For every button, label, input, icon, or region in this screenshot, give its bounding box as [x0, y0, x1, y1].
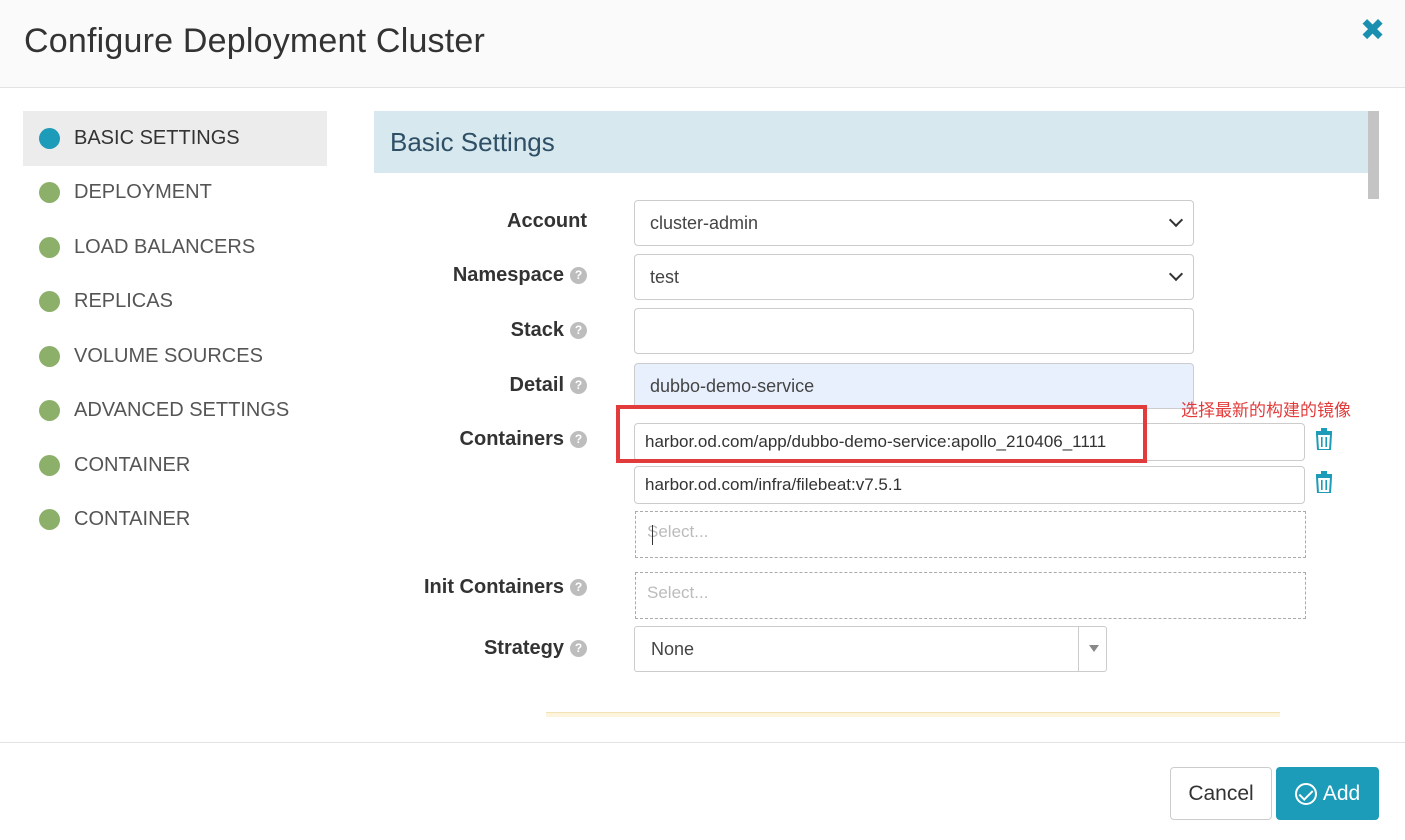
scrollbar-thumb[interactable]: [1368, 111, 1379, 199]
sidebar-item-container-2[interactable]: CONTAINER: [23, 493, 327, 548]
status-dot-icon: [39, 182, 60, 204]
annotation-highlight-box: [616, 405, 1147, 463]
sidebar-item-label: CONTAINER: [74, 453, 191, 476]
strategy-label: Strategy?: [0, 637, 587, 660]
container-image-name: harbor.od.com/infra/filebeat:v7.5.1: [645, 475, 903, 494]
sidebar-item-label: BASIC SETTINGS: [74, 126, 240, 149]
account-select[interactable]: cluster-admin: [634, 200, 1194, 246]
strategy-label-text: Strategy: [483, 637, 564, 659]
modal-title: Configure Deployment Cluster: [24, 22, 486, 60]
sidebar-item-label: DEPLOYMENT: [74, 181, 212, 204]
section-title: Basic Settings: [390, 127, 555, 157]
container-item[interactable]: harbor.od.com/infra/filebeat:v7.5.1: [634, 466, 1305, 504]
chevron-down-icon: [1168, 266, 1184, 282]
account-value: cluster-admin: [650, 212, 759, 233]
init-containers-label: Init Containers?: [0, 576, 587, 599]
containers-select-input[interactable]: Select...: [635, 511, 1306, 558]
stack-label-text: Stack: [510, 319, 564, 341]
status-dot-icon: [39, 127, 60, 149]
account-label-text: Account: [507, 210, 587, 232]
cancel-button-label: Cancel: [1188, 781, 1254, 805]
configure-deployment-cluster-modal: Configure Deployment Cluster ✖ BASIC SET…: [0, 0, 1405, 840]
close-icon[interactable]: ✖: [1360, 16, 1385, 46]
namespace-select[interactable]: test: [634, 254, 1194, 300]
chevron-down-icon: [1168, 212, 1184, 228]
help-icon[interactable]: ?: [570, 579, 587, 596]
help-icon[interactable]: ?: [570, 267, 587, 284]
detail-value: dubbo-demo-service: [650, 375, 815, 396]
sidebar-item-label: CONTAINER: [74, 508, 191, 531]
detail-input[interactable]: dubbo-demo-service: [634, 363, 1194, 409]
containers-label: Containers?: [0, 428, 587, 451]
init-containers-placeholder: Select...: [647, 583, 709, 602]
containers-placeholder: Select...: [647, 522, 709, 541]
trash-icon[interactable]: [1314, 471, 1334, 493]
status-dot-icon: [39, 345, 60, 367]
section-header: Basic Settings: [374, 111, 1368, 173]
help-icon[interactable]: ?: [570, 322, 587, 339]
status-dot-icon: [39, 291, 60, 313]
stack-label: Stack?: [0, 319, 587, 342]
containers-label-text: Containers: [459, 428, 564, 450]
sidebar-item-label: ADVANCED SETTINGS: [74, 399, 290, 422]
sidebar-item-basic-settings[interactable]: BASIC SETTINGS: [23, 111, 327, 166]
strategy-select[interactable]: None: [634, 626, 1107, 672]
info-panel-edge: [546, 712, 1280, 717]
sidebar-item-label: VOLUME SOURCES: [74, 344, 263, 367]
account-label: Account: [0, 210, 587, 233]
modal-header: Configure Deployment Cluster ✖: [0, 0, 1405, 88]
init-containers-select-input[interactable]: Select...: [635, 572, 1306, 619]
check-circle-icon: [1294, 782, 1317, 805]
add-button[interactable]: Add: [1276, 767, 1379, 820]
add-button-label: Add: [1322, 781, 1361, 805]
detail-label: Detail?: [0, 374, 587, 397]
help-icon[interactable]: ?: [570, 431, 587, 448]
namespace-label: Namespace?: [0, 264, 587, 287]
stack-input[interactable]: [634, 308, 1194, 354]
help-icon[interactable]: ?: [570, 640, 587, 657]
strategy-value: None: [651, 638, 695, 659]
sidebar-item-label: LOAD BALANCERS: [74, 235, 256, 258]
status-dot-icon: [39, 400, 60, 422]
cancel-button[interactable]: Cancel: [1170, 767, 1272, 820]
caret-down-icon: [1089, 645, 1099, 652]
help-icon[interactable]: ?: [570, 377, 587, 394]
trash-icon[interactable]: [1314, 428, 1334, 450]
text-cursor: [652, 525, 653, 545]
sidebar-item-label: REPLICAS: [74, 290, 173, 313]
status-dot-icon: [39, 509, 60, 531]
detail-label-text: Detail: [509, 374, 564, 396]
annotation-text: 选择最新的构建的镜像: [1181, 401, 1351, 421]
status-dot-icon: [39, 236, 60, 258]
namespace-label-text: Namespace: [452, 264, 564, 286]
status-dot-icon: [39, 454, 60, 476]
select-divider: [1078, 627, 1079, 671]
init-containers-label-text: Init Containers: [423, 576, 564, 598]
namespace-value: test: [650, 266, 680, 287]
